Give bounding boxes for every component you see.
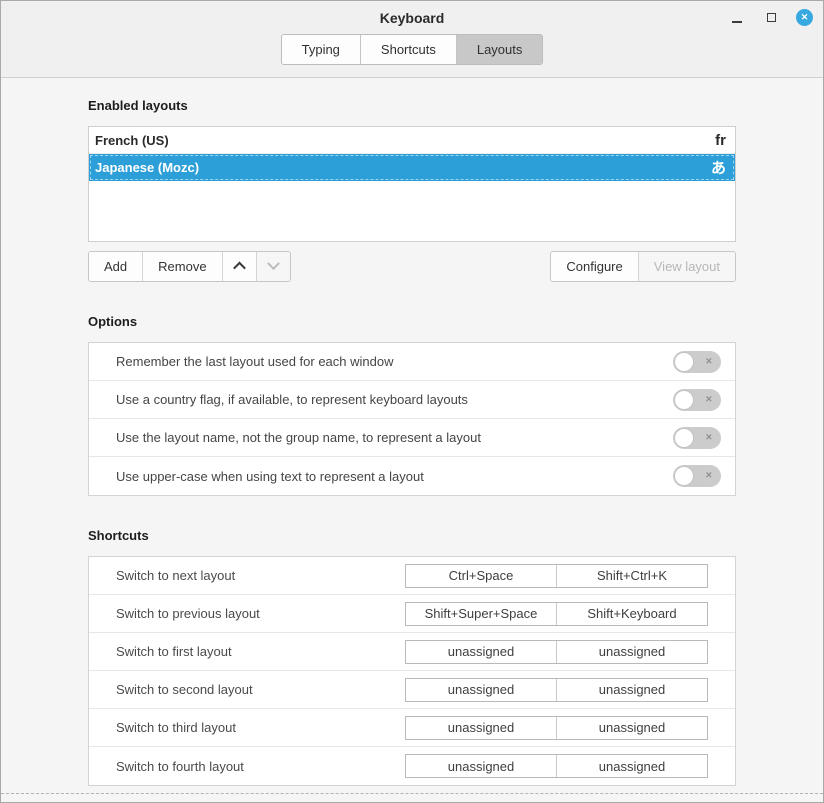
tab-shortcuts[interactable]: Shortcuts: [361, 35, 457, 64]
shortcut-label: Switch to first layout: [116, 644, 405, 659]
keybinding-group: unassigned unassigned: [405, 754, 708, 778]
close-button[interactable]: ✕: [796, 9, 813, 26]
shortcut-label: Switch to previous layout: [116, 606, 405, 621]
minimize-icon: [732, 21, 742, 23]
add-layout-button[interactable]: Add: [89, 252, 143, 281]
chevron-up-icon: [233, 262, 246, 275]
toggle-knob: [674, 390, 694, 410]
upper-case-toggle[interactable]: ×: [673, 465, 721, 487]
keybinding-button[interactable]: Shift+Keyboard: [557, 603, 707, 625]
keybinding-button[interactable]: unassigned: [557, 717, 707, 739]
keybinding-group: unassigned unassigned: [405, 640, 708, 664]
option-label: Use a country flag, if available, to rep…: [116, 392, 673, 407]
toggle-knob: [674, 466, 694, 486]
shortcut-row-second-layout: Switch to second layout unassigned unass…: [89, 671, 735, 709]
keybinding-button[interactable]: Ctrl+Space: [406, 565, 557, 587]
option-row-layout-name: Use the layout name, not the group name,…: [89, 419, 735, 457]
keybinding-group: Ctrl+Space Shift+Ctrl+K: [405, 564, 708, 588]
keybinding-button[interactable]: unassigned: [557, 641, 707, 663]
layout-edit-button-group: Add Remove: [88, 251, 291, 282]
shortcut-row-previous-layout: Switch to previous layout Shift+Super+Sp…: [89, 595, 735, 633]
layouts-page: Enabled layouts French (US) fr Japanese …: [1, 78, 823, 786]
keybinding-button[interactable]: unassigned: [406, 679, 557, 701]
move-layout-up-button[interactable]: [223, 252, 257, 281]
move-layout-down-button[interactable]: [257, 252, 290, 281]
remove-layout-button[interactable]: Remove: [143, 252, 222, 281]
window-resize-edge[interactable]: [1, 793, 823, 794]
shortcut-row-next-layout: Switch to next layout Ctrl+Space Shift+C…: [89, 557, 735, 595]
remember-layout-toggle[interactable]: ×: [673, 351, 721, 373]
keybinding-button[interactable]: Shift+Super+Space: [406, 603, 557, 625]
shortcut-label: Switch to next layout: [116, 568, 405, 583]
keybinding-button[interactable]: unassigned: [557, 755, 707, 777]
layout-config-button-group: Configure View layout: [550, 251, 736, 282]
window-title: Keyboard: [380, 10, 445, 26]
toggle-off-icon: ×: [706, 356, 712, 367]
layout-row-japanese[interactable]: Japanese (Mozc) あ: [89, 154, 735, 181]
titlebar[interactable]: Keyboard ✕: [1, 1, 823, 34]
toggle-off-icon: ×: [706, 471, 712, 482]
maximize-button[interactable]: [762, 9, 780, 27]
enabled-layouts-heading: Enabled layouts: [88, 98, 736, 113]
keybinding-button[interactable]: unassigned: [406, 755, 557, 777]
toggle-knob: [674, 428, 694, 448]
options-heading: Options: [88, 314, 736, 329]
shortcut-row-fourth-layout: Switch to fourth layout unassigned unass…: [89, 747, 735, 785]
view-layout-button[interactable]: View layout: [639, 252, 735, 281]
minimize-button[interactable]: [728, 9, 746, 27]
shortcuts-heading: Shortcuts: [88, 528, 736, 543]
enabled-layouts-list: French (US) fr Japanese (Mozc) あ: [88, 126, 736, 242]
shortcut-row-first-layout: Switch to first layout unassigned unassi…: [89, 633, 735, 671]
option-label: Remember the last layout used for each w…: [116, 354, 673, 369]
option-row-upper-case: Use upper-case when using text to repres…: [89, 457, 735, 495]
layout-name: French (US): [95, 133, 715, 148]
keybinding-group: Shift+Super+Space Shift+Keyboard: [405, 602, 708, 626]
keybinding-button[interactable]: Shift+Ctrl+K: [557, 565, 707, 587]
country-flag-toggle[interactable]: ×: [673, 389, 721, 411]
layout-row-french[interactable]: French (US) fr: [89, 127, 735, 154]
window-controls: ✕: [728, 1, 813, 34]
layout-name-toggle[interactable]: ×: [673, 427, 721, 449]
options-panel: Remember the last layout used for each w…: [88, 342, 736, 496]
chevron-down-icon: [267, 257, 280, 270]
toggle-off-icon: ×: [706, 432, 712, 443]
tab-bar: Typing Shortcuts Layouts: [1, 34, 823, 65]
keybinding-group: unassigned unassigned: [405, 678, 708, 702]
layout-name: Japanese (Mozc): [95, 160, 711, 175]
window-header: Keyboard ✕ Typing Shortcuts Layouts: [1, 1, 823, 78]
shortcuts-panel: Switch to next layout Ctrl+Space Shift+C…: [88, 556, 736, 786]
keybinding-button[interactable]: unassigned: [406, 717, 557, 739]
close-icon: ✕: [801, 13, 809, 22]
layout-indicator-icon: あ: [711, 157, 726, 178]
layout-indicator-icon: fr: [715, 132, 726, 149]
keyboard-settings-window: Keyboard ✕ Typing Shortcuts Layouts: [0, 0, 824, 803]
layout-list-actions: Add Remove Configure View layout: [88, 251, 736, 282]
toggle-knob: [674, 352, 694, 372]
option-label: Use the layout name, not the group name,…: [116, 430, 673, 445]
toggle-off-icon: ×: [706, 394, 712, 405]
option-row-remember-layout: Remember the last layout used for each w…: [89, 343, 735, 381]
shortcut-label: Switch to third layout: [116, 720, 405, 735]
shortcut-row-third-layout: Switch to third layout unassigned unassi…: [89, 709, 735, 747]
tab-typing[interactable]: Typing: [282, 35, 361, 64]
shortcut-label: Switch to fourth layout: [116, 759, 405, 774]
keybinding-button[interactable]: unassigned: [557, 679, 707, 701]
option-label: Use upper-case when using text to repres…: [116, 469, 673, 484]
option-row-country-flag: Use a country flag, if available, to rep…: [89, 381, 735, 419]
configure-button[interactable]: Configure: [551, 252, 638, 281]
tab-layouts[interactable]: Layouts: [457, 35, 543, 64]
keybinding-button[interactable]: unassigned: [406, 641, 557, 663]
keybinding-group: unassigned unassigned: [405, 716, 708, 740]
maximize-icon: [767, 13, 776, 22]
shortcut-label: Switch to second layout: [116, 682, 405, 697]
